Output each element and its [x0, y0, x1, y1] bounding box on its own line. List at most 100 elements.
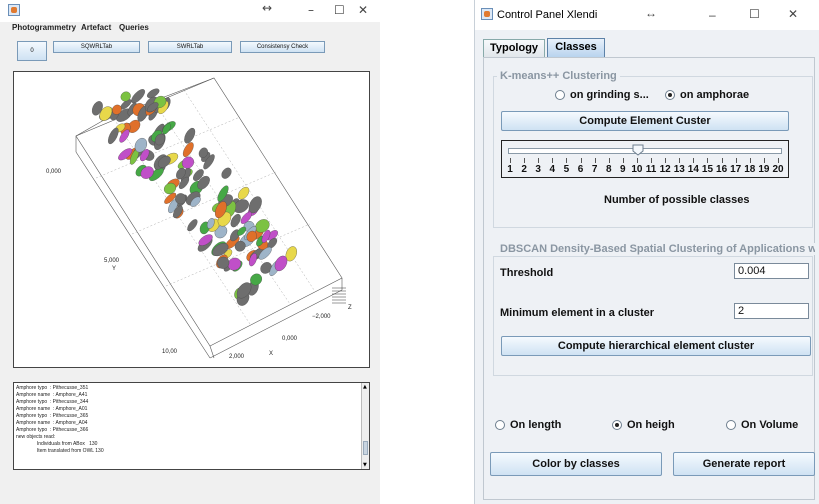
java-app-icon: [481, 8, 493, 20]
console-line: Amphore typo : Pithecusse_366: [16, 427, 89, 433]
compute-hierarchical-cluster-button[interactable]: Compute hierarchical element cluster: [501, 336, 811, 356]
tab-typology[interactable]: Typology: [483, 39, 545, 57]
slider-tick: [622, 158, 624, 163]
radio-on-length[interactable]: On length: [495, 419, 561, 431]
3d-scatter-plot[interactable]: 0,000 5,000 Y 10,00 2,000 X 0,000 −2,000…: [13, 71, 370, 368]
console-line: Amphore name : Amphore_A01: [16, 406, 88, 412]
slider-tick: [580, 158, 582, 163]
resize-icon[interactable]: ↔: [262, 1, 272, 15]
menu-photogrammetry[interactable]: Photogrammetry: [12, 23, 76, 32]
min-element-label: Minimum element in a cluster: [500, 307, 655, 319]
console-line: Amphore name : Amphore_A04: [16, 420, 88, 426]
radio-on-volume[interactable]: On Volume: [726, 419, 798, 431]
left-window: ↔ – ☐ ✕ Photogrammetry Artefact Queries …: [0, 0, 380, 504]
classes-slider[interactable]: 1 2 3 4 5 6 7 8 9 10 11 12 13 14 15 16 17 18 19 20: [501, 140, 789, 178]
console-line: Item translated from OWL 130: [16, 448, 104, 454]
radio-on-volume-dot[interactable]: [726, 420, 736, 430]
console-line: Individuals from ABox 130: [16, 441, 98, 447]
slider-tick-label: 14: [687, 164, 699, 175]
console-line: new objects read:: [16, 434, 56, 440]
slider-tick-label: 11: [645, 164, 657, 175]
slider-tick-label: 15: [701, 164, 714, 175]
radio-on-length-label: On length: [510, 419, 562, 431]
slider-tick: [763, 158, 765, 163]
slider-tick-label: 17: [730, 164, 742, 175]
tick-x-1: 2,000: [229, 354, 245, 360]
slider-tick-label: 4: [549, 164, 556, 175]
scatter-item: [184, 127, 196, 144]
minimize-icon[interactable]: –: [709, 8, 716, 22]
radio-amphorae[interactable]: on amphorae: [665, 89, 749, 101]
console-line: Amphore typo : Pithecusse_344: [16, 399, 89, 405]
radio-amphorae-label: on amphorae: [680, 89, 750, 101]
slider-tick: [735, 158, 737, 163]
slider-tick: [721, 158, 723, 163]
consistency-check-button[interactable]: Consistensy Check: [240, 41, 325, 53]
scatter-item: [131, 89, 145, 104]
slider-tick-label: 13: [673, 164, 685, 175]
scatter-item: [182, 142, 194, 158]
console-output[interactable]: Amphore typo : Pithecusse_351 Amphore na…: [13, 382, 370, 470]
slider-tick: [749, 158, 751, 163]
close-icon[interactable]: ✕: [358, 3, 368, 17]
radio-grinding[interactable]: on grinding s...: [555, 89, 649, 101]
axis-label-y: Y: [112, 266, 116, 272]
slider-tick-label: 20: [772, 164, 784, 175]
tick-x-3: −2,000: [312, 314, 331, 320]
window-title: Control Panel Xlendi: [497, 9, 598, 21]
slider-tick-label: 18: [744, 164, 756, 175]
tick-x-2: 0,000: [282, 336, 298, 342]
tick-z-top: 0,000: [46, 169, 62, 175]
slider-tick-label: 6: [577, 164, 584, 175]
tick-y-mid: 5,000: [104, 258, 120, 264]
scroll-thumb[interactable]: [363, 441, 368, 455]
slider-tick: [608, 158, 610, 163]
slider-tick: [552, 158, 554, 163]
slider-tick-label: 5: [563, 164, 570, 175]
plot-canvas[interactable]: 0,000 5,000 Y 10,00 2,000 X 0,000 −2,000…: [14, 72, 369, 367]
radio-on-heigh-label: On heigh: [627, 419, 675, 431]
slider-tick: [538, 158, 540, 163]
color-by-classes-button[interactable]: Color by classes: [490, 452, 662, 476]
radio-on-heigh[interactable]: On heigh: [612, 419, 675, 431]
slider-tick: [707, 158, 709, 163]
swrltab-button[interactable]: SWRLTab: [148, 41, 232, 53]
right-title-bar: Control Panel Xlendi ↔ – ☐ ✕: [475, 0, 819, 30]
scatter-item: [221, 167, 232, 179]
radio-on-heigh-dot[interactable]: [612, 420, 622, 430]
slider-thumb-shape[interactable]: [632, 144, 644, 156]
slider-labels: 1 2 3 4 5 6 7 8 9 10 11 12 13 14 15 16 17 18 19 20: [502, 164, 788, 176]
close-icon[interactable]: ✕: [788, 7, 798, 21]
min-element-field[interactable]: 2: [734, 303, 809, 319]
scroll-down-icon[interactable]: ▼: [363, 462, 367, 468]
slider-thumb[interactable]: [632, 143, 644, 156]
sqwrltab-button[interactable]: SQWRLTab: [53, 41, 140, 53]
slider-tick-label: 7: [591, 164, 598, 175]
console-scrollbar[interactable]: ▲ ▼: [361, 383, 369, 469]
tab-classes[interactable]: Classes: [547, 38, 605, 57]
zero-button[interactable]: 0: [17, 41, 47, 61]
compute-element-cluster-button[interactable]: Compute Element Custer: [501, 111, 789, 131]
resize-icon[interactable]: ↔: [645, 6, 657, 20]
left-title-bar: ↔ – ☐ ✕: [0, 0, 380, 22]
radio-on-length-dot[interactable]: [495, 420, 505, 430]
slider-tick-label: 1: [507, 164, 513, 175]
radio-grinding-dot[interactable]: [555, 90, 565, 100]
maximize-icon[interactable]: ☐: [334, 3, 345, 17]
axis-label-z: Z: [348, 305, 352, 311]
menu-queries[interactable]: Queries: [119, 23, 149, 32]
scatter-item: [187, 219, 198, 232]
plot-box: [75, 77, 343, 359]
minimize-icon[interactable]: –: [308, 3, 314, 17]
slider-track[interactable]: [508, 148, 782, 154]
slider-caption: Number of possible classes: [604, 194, 750, 206]
threshold-field[interactable]: 0.004: [734, 263, 809, 279]
scroll-up-icon[interactable]: ▲: [363, 384, 367, 390]
menu-artefact[interactable]: Artefact: [81, 23, 111, 32]
slider-tick-label: 3: [535, 164, 541, 175]
slider-tick: [510, 158, 511, 163]
radio-amphorae-dot[interactable]: [665, 90, 675, 100]
threshold-label: Threshold: [500, 267, 554, 279]
generate-report-button[interactable]: Generate report: [673, 452, 815, 476]
maximize-icon[interactable]: ☐: [749, 7, 760, 21]
